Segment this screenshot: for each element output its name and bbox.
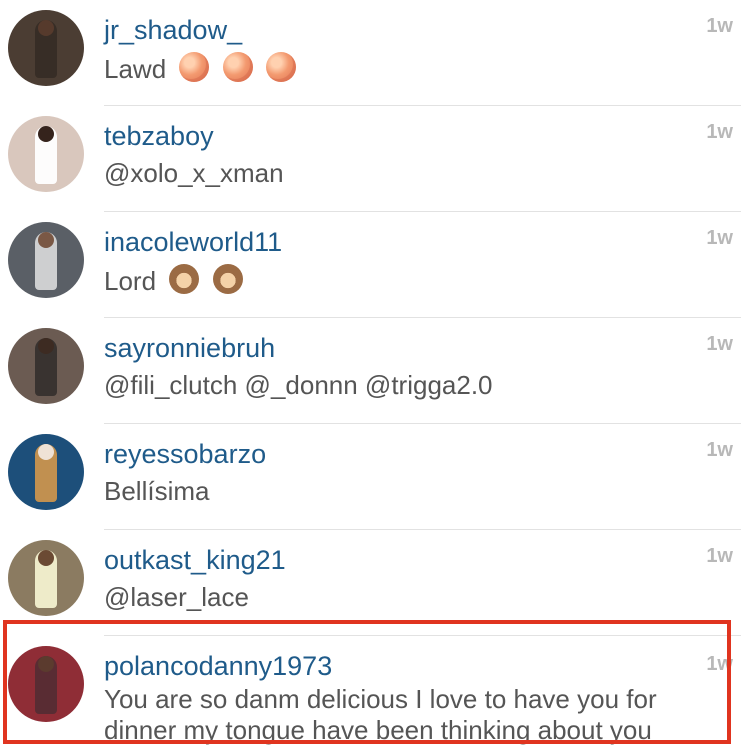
- comment-text: You are so danm delicious I love to have…: [104, 684, 657, 745]
- peach-emoji-icon: [222, 52, 253, 82]
- see-no-evil-monkey-icon: [169, 264, 200, 294]
- see-no-evil-monkey-icon: [212, 264, 243, 294]
- avatar[interactable]: [8, 540, 84, 616]
- comment-row-outkast-king21[interactable]: outkast_king21 @laser_lace 1w: [0, 530, 741, 636]
- comment-text: Bellísima: [104, 476, 210, 506]
- avatar[interactable]: [8, 10, 84, 86]
- comment-text-row: Lawd: [104, 52, 729, 85]
- comment-timestamp: 1w: [706, 545, 733, 567]
- avatar[interactable]: [8, 116, 84, 192]
- comment-row-sayronniebruh[interactable]: sayronniebruh @fili_clutch @_donnn @trig…: [0, 318, 741, 424]
- avatar[interactable]: [8, 222, 84, 298]
- avatar[interactable]: [8, 646, 84, 722]
- comment-username[interactable]: jr_shadow_: [104, 14, 242, 46]
- avatar-head: [38, 20, 54, 36]
- avatar-head: [38, 444, 54, 460]
- comment-text: @laser_lace: [104, 582, 249, 612]
- comment-username[interactable]: reyessobarzo: [104, 438, 266, 470]
- avatar[interactable]: [8, 328, 84, 404]
- comments-list: jr_shadow_ Lawd 1w tebzaboy @xolo_x_xman…: [0, 0, 741, 756]
- avatar-head: [38, 126, 54, 142]
- comment-username[interactable]: polancodanny1973: [104, 650, 332, 682]
- comment-text: Lawd: [104, 54, 167, 84]
- comment-text: @fili_clutch @_donnn @trigga2.0: [104, 370, 493, 400]
- comment-username[interactable]: inacoleworld11: [104, 226, 282, 258]
- avatar[interactable]: [8, 434, 84, 510]
- peach-emoji-icon: [265, 52, 296, 82]
- comment-timestamp: 1w: [706, 439, 733, 461]
- comment-row-jr-shadow[interactable]: jr_shadow_ Lawd 1w: [0, 0, 741, 106]
- comment-timestamp: 1w: [706, 333, 733, 355]
- comment-text: @xolo_x_xman: [104, 158, 284, 188]
- comment-timestamp: 1w: [706, 121, 733, 143]
- comment-timestamp: 1w: [706, 653, 733, 675]
- comment-row-inacoleworld11[interactable]: inacoleworld11 Lord 1w: [0, 212, 741, 318]
- avatar-head: [38, 232, 54, 248]
- avatar-head: [38, 550, 54, 566]
- peach-emoji-icon: [179, 52, 210, 82]
- comment-username[interactable]: sayronniebruh: [104, 332, 275, 364]
- comment-row-reyessobarzo[interactable]: reyessobarzo Bellísima 1w: [0, 424, 741, 530]
- comment-timestamp: 1w: [706, 15, 733, 37]
- avatar-head: [38, 338, 54, 354]
- avatar-head: [38, 656, 54, 672]
- comment-row-polancodanny1973[interactable]: polancodanny1973 You are so danm delicio…: [0, 636, 741, 756]
- comment-text-row: Lord: [104, 264, 729, 297]
- comment-text: Lord: [104, 266, 157, 296]
- comment-username[interactable]: outkast_king21: [104, 544, 286, 576]
- comment-timestamp: 1w: [706, 227, 733, 249]
- comment-username[interactable]: tebzaboy: [104, 120, 214, 152]
- comment-row-tebzaboy[interactable]: tebzaboy @xolo_x_xman 1w: [0, 106, 741, 212]
